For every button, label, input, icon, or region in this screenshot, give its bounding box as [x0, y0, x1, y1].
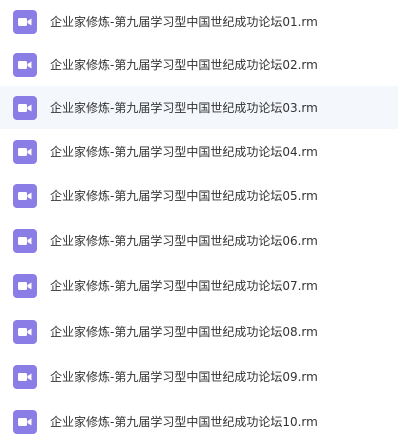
- file-name: 企业家修炼-第九届学习型中国世纪成功论坛08.rm: [50, 325, 318, 339]
- file-name: 企业家修炼-第九届学习型中国世纪成功论坛06.rm: [50, 234, 318, 248]
- video-file-icon: [13, 364, 37, 389]
- video-file-icon: [13, 139, 37, 164]
- video-file-icon: [13, 95, 37, 120]
- file-name: 企业家修炼-第九届学习型中国世纪成功论坛09.rm: [50, 370, 318, 384]
- file-name: 企业家修炼-第九届学习型中国世纪成功论坛01.rm: [50, 15, 318, 29]
- video-file-icon: [13, 228, 37, 253]
- file-row[interactable]: 企业家修炼-第九届学习型中国世纪成功论坛07.rm: [0, 264, 398, 307]
- video-file-icon: [13, 52, 37, 77]
- file-name: 企业家修炼-第九届学习型中国世纪成功论坛10.rm: [50, 415, 318, 429]
- file-row[interactable]: 企业家修炼-第九届学习型中国世纪成功论坛10.rm: [0, 400, 398, 439]
- video-file-icon: [13, 273, 37, 298]
- video-file-icon: [13, 9, 37, 34]
- file-row[interactable]: 企业家修炼-第九届学习型中国世纪成功论坛09.rm: [0, 355, 398, 398]
- video-file-icon: [13, 319, 37, 344]
- file-row[interactable]: 企业家修炼-第九届学习型中国世纪成功论坛01.rm: [0, 0, 398, 43]
- file-row[interactable]: 企业家修炼-第九届学习型中国世纪成功论坛08.rm: [0, 310, 398, 353]
- video-file-icon: [13, 409, 37, 434]
- file-row-selected[interactable]: 企业家修炼-第九届学习型中国世纪成功论坛03.rm: [0, 86, 398, 129]
- file-row[interactable]: 企业家修炼-第九届学习型中国世纪成功论坛06.rm: [0, 219, 398, 262]
- file-name: 企业家修炼-第九届学习型中国世纪成功论坛02.rm: [50, 58, 318, 72]
- file-row[interactable]: 企业家修炼-第九届学习型中国世纪成功论坛02.rm: [0, 43, 398, 86]
- file-name: 企业家修炼-第九届学习型中国世纪成功论坛07.rm: [50, 279, 318, 293]
- video-file-icon: [13, 183, 37, 208]
- file-row[interactable]: 企业家修炼-第九届学习型中国世纪成功论坛05.rm: [0, 174, 398, 217]
- file-name: 企业家修炼-第九届学习型中国世纪成功论坛04.rm: [50, 145, 318, 159]
- file-list: 企业家修炼-第九届学习型中国世纪成功论坛01.rm 企业家修炼-第九届学习型中国…: [0, 0, 398, 439]
- file-name: 企业家修炼-第九届学习型中国世纪成功论坛03.rm: [50, 101, 318, 115]
- file-row[interactable]: 企业家修炼-第九届学习型中国世纪成功论坛04.rm: [0, 130, 398, 173]
- file-name: 企业家修炼-第九届学习型中国世纪成功论坛05.rm: [50, 189, 318, 203]
